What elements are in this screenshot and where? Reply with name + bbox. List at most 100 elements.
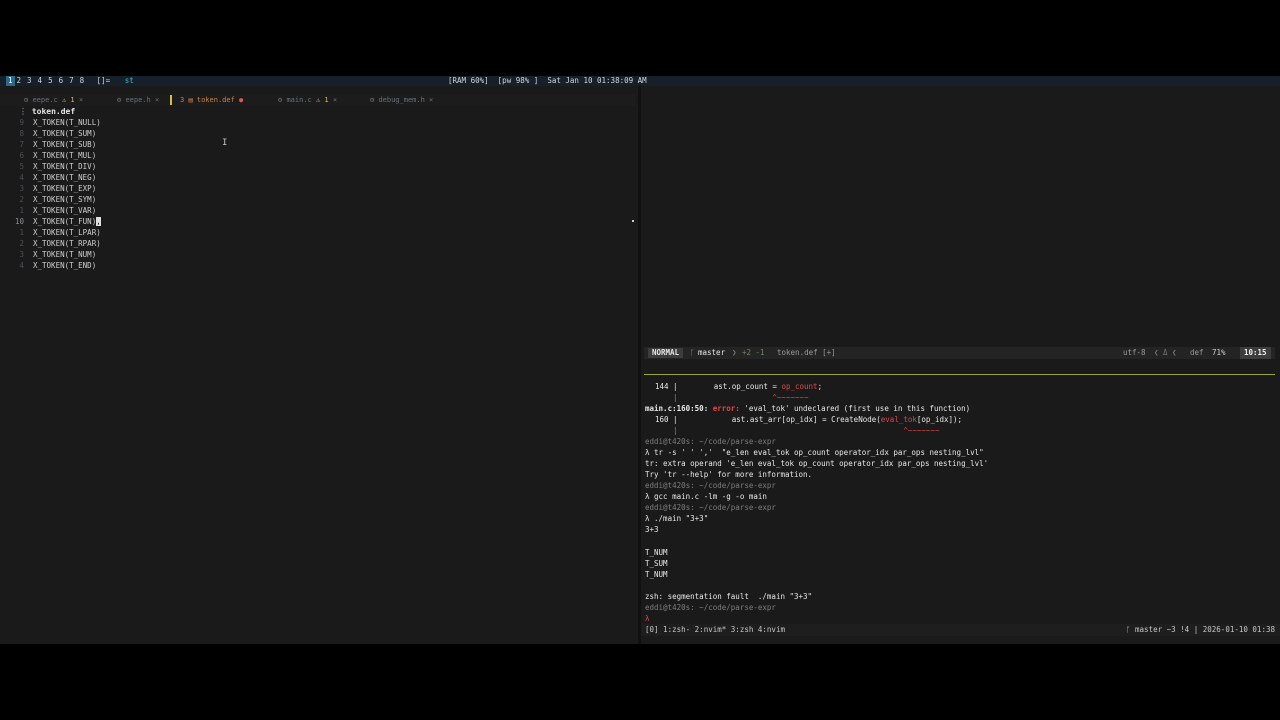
terminal-line: Try 'tr --help' for more information. — [645, 470, 813, 479]
tab-label: debug_mem.h — [378, 96, 425, 104]
tab-eepe-c[interactable]: ⚙ eepe.c ⚠ 1 × — [24, 94, 83, 106]
modified-icon: ● — [239, 96, 244, 104]
tab-debug-mem-h[interactable]: ⚙ debug_mem.h × — [370, 94, 433, 106]
code-line[interactable]: 2 X_TOKEN(T_SYM) — [0, 194, 96, 205]
file-title: ⋮ token.def — [19, 107, 75, 116]
tab-label: token.def — [196, 96, 235, 104]
warning-badge: ⚠ 1 — [61, 96, 75, 104]
terminal-line: | ^~~~~~~~ — [655, 426, 940, 435]
code-line[interactable]: 4 X_TOKEN(T_END) — [0, 260, 96, 271]
code-line[interactable]: 3 X_TOKEN(T_NUM) — [0, 249, 96, 260]
code-line[interactable]: 5 X_TOKEN(T_DIV) — [0, 161, 96, 172]
warning-badge: ⚠ 1 — [315, 96, 329, 104]
active-tab-marker — [170, 95, 172, 105]
workspace-4[interactable]: 4 — [38, 76, 43, 86]
line-number: 7 — [19, 140, 24, 149]
terminal-line: T_NUM — [645, 548, 668, 557]
code-line[interactable]: 1 X_TOKEN(T_LPAR) — [0, 227, 100, 238]
terminal-pane[interactable] — [641, 86, 1280, 644]
code-text: X_TOKEN(T_NULL) — [33, 118, 101, 127]
terminal-line: T_NUM — [645, 570, 668, 579]
code-line[interactable]: 9 X_TOKEN(T_NULL) — [0, 117, 101, 128]
workspace-5[interactable]: 5 — [48, 76, 53, 86]
code-text: X_TOKEN(T_SUB) — [33, 140, 97, 149]
shell-input[interactable]: λ — [645, 613, 650, 624]
file-tree-icon: ⋮ — [19, 107, 32, 116]
code-text: X_TOKEN(T_END) — [33, 261, 97, 270]
terminal-line: 160 | ast.ast_arr[op_idx] = CreateNode(e… — [655, 415, 963, 424]
line-number: 5 — [19, 162, 24, 171]
window-manager-bar: 12345678 []= st [RAM 60%] [pw 98% ] Sat … — [0, 76, 1280, 86]
workspace-1[interactable]: 1 — [6, 76, 15, 86]
cursor-position: 10:15 — [1240, 347, 1271, 359]
workspace-6[interactable]: 6 — [59, 76, 64, 86]
tab-main-c[interactable]: ⚙ main.c ⚠ 1 × — [278, 94, 337, 106]
close-icon[interactable]: × — [429, 96, 433, 104]
file-icon: ▤ — [188, 96, 197, 104]
code-line[interactable]: 6 X_TOKEN(T_MUL) — [0, 150, 96, 161]
buffer-tabline: ⚙ eepe.c ⚠ 1 × ⚙ eepe.h × 3 ▤ token.def … — [0, 94, 636, 106]
line-number: 4 — [19, 173, 24, 182]
tmux-window-list[interactable]: [0] 1:zsh- 2:nvim* 3:zsh 4:nvim — [645, 625, 785, 634]
line-number: 8 — [19, 129, 24, 138]
line-number: 2 — [19, 195, 24, 204]
line-number: 1 — [19, 228, 24, 237]
workspace-2[interactable]: 2 — [17, 76, 22, 86]
file-encoding: utf-8 — [1123, 348, 1146, 357]
line-number: 3 — [19, 184, 24, 193]
git-branch: master — [698, 348, 726, 357]
tab-label: eepe.h — [125, 96, 151, 104]
code-text: X_TOKEN(T_MUL) — [33, 151, 97, 160]
tab-eepe-h[interactable]: ⚙ eepe.h × — [117, 94, 159, 106]
workspace-3[interactable]: 3 — [27, 76, 32, 86]
code-text: X_TOKEN(T_SUM) — [33, 129, 97, 138]
tmux-status-right: ᚴ master ~3 !4 | 2026-01-10 01:38 — [1126, 625, 1275, 634]
terminal-line: | ^~~~~~~~ — [655, 393, 809, 402]
code-line[interactable]: 2 X_TOKEN(T_RPAR) — [0, 238, 101, 249]
shell-prompt: eddi@t420s: ~/code/parse-expr — [645, 481, 776, 490]
shell-prompt: eddi@t420s: ~/code/parse-expr — [645, 503, 776, 512]
tab-label: main.c — [286, 96, 312, 104]
shell-command: λ ./main "3+3" — [645, 514, 709, 523]
code-text: X_TOKEN(T_SYM) — [33, 195, 97, 204]
code-line[interactable]: 1 X_TOKEN(T_VAR) — [0, 205, 96, 216]
terminal-line: 3+3 — [645, 525, 659, 534]
code-line[interactable]: 4 X_TOKEN(T_NEG) — [0, 172, 96, 183]
scroll-percent: 71% — [1212, 348, 1226, 357]
tab-label: eepe.c — [32, 96, 58, 104]
pane-separator — [644, 374, 1275, 375]
terminal-line: tr: extra operand 'e_len eval_tok op_cou… — [645, 459, 989, 468]
code-line[interactable]: 7 X_TOKEN(T_SUB) — [0, 139, 96, 150]
layout-indicator[interactable]: []= — [97, 76, 111, 85]
close-icon[interactable]: × — [333, 96, 337, 104]
filetype: def — [1190, 348, 1204, 357]
close-icon[interactable]: × — [155, 96, 159, 104]
line-number: 10 — [14, 217, 24, 226]
workspace-8[interactable]: 8 — [80, 76, 85, 86]
mode-indicator: NORMAL — [648, 348, 684, 358]
code-text: X_TOKEN(T_NEG) — [33, 173, 97, 182]
scroll-indicator — [632, 220, 634, 222]
code-text: X_TOKEN(T_RPAR) — [33, 239, 101, 248]
code-text: X_TOKEN(T_FUN) — [33, 217, 97, 226]
workspace-7[interactable]: 7 — [69, 76, 74, 86]
shell-command: λ gcc main.c -lm -g -o main — [645, 492, 767, 501]
shell-prompt: eddi@t420s: ~/code/parse-expr — [645, 437, 776, 446]
code-text: X_TOKEN(T_VAR) — [33, 206, 97, 215]
compiler-error-line: main.c:160:50: error: 'eval_tok' undecla… — [645, 404, 971, 413]
chevron-left-icon: ❮ Δ ❮ — [1154, 348, 1177, 357]
code-text: X_TOKEN(T_DIV) — [33, 162, 97, 171]
code-line[interactable]: 8 X_TOKEN(T_SUM) — [0, 128, 96, 139]
line-number: 9 — [19, 118, 24, 127]
git-diff: +2 -1 — [742, 348, 765, 357]
code-line-current[interactable]: 10 X_TOKEN(T_FUN), — [0, 216, 101, 227]
chevron-right-icon: ❯ — [732, 348, 737, 357]
line-number: 4 — [19, 261, 24, 270]
close-icon[interactable]: × — [79, 96, 83, 104]
system-status: [RAM 60%] [pw 98% ] Sat Jan 10 01:38:09 … — [448, 76, 647, 85]
terminal-line: T_SUM — [645, 559, 668, 568]
code-line[interactable]: 3 X_TOKEN(T_EXP) — [0, 183, 96, 194]
line-number: 2 — [19, 239, 24, 248]
terminal-line: 144 | ast.op_count = op_count; — [655, 382, 823, 391]
tab-token-def[interactable]: 3 ▤ token.def ● — [180, 94, 243, 106]
